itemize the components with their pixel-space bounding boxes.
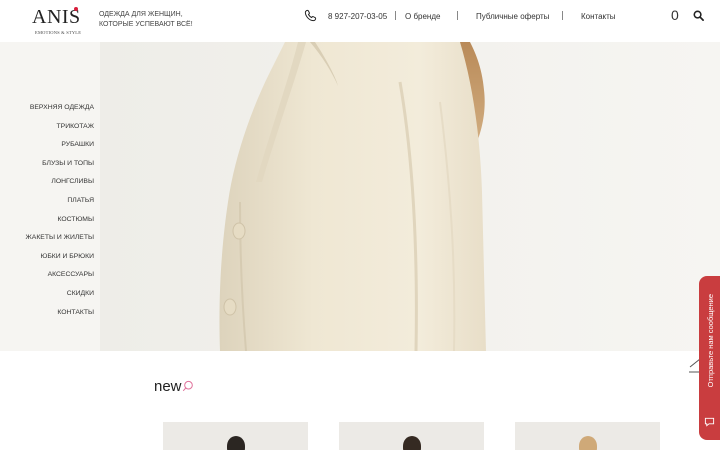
- slogan-line-1: ОДЕЖДА ДЛЯ ЖЕНЩИН,: [99, 11, 183, 18]
- category-menu: ВЕРХНЯЯ ОДЕЖДА ТРИКОТАЖ РУБАШКИ БЛУЗЫ И …: [26, 103, 94, 326]
- nav-divider: [395, 11, 396, 20]
- logo[interactable]: ANIS EMOTIONS & STYLE: [32, 6, 86, 36]
- slogan: ОДЕЖДА ДЛЯ ЖЕНЩИН, КОТОРЫЕ УСПЕВАЮТ ВСЁ!: [99, 10, 209, 30]
- product-image: [226, 436, 245, 450]
- menu-item-shirts[interactable]: РУБАШКИ: [26, 140, 94, 159]
- menu-item-suits[interactable]: КОСТЮМЫ: [26, 215, 94, 234]
- nav-divider: [562, 11, 563, 20]
- menu-item-contacts[interactable]: КОНТАКТЫ: [26, 308, 94, 327]
- product-image: [578, 436, 597, 450]
- logo-dot: [74, 7, 78, 11]
- product-image: [402, 436, 421, 450]
- new-section-title: new: [154, 378, 182, 395]
- product-card[interactable]: [515, 422, 660, 450]
- nav-contacts[interactable]: Контакты: [581, 12, 616, 21]
- menu-item-knitwear[interactable]: ТРИКОТАЖ: [26, 122, 94, 141]
- phone-icon[interactable]: [304, 9, 317, 22]
- chat-icon: [704, 417, 715, 427]
- hero-image: [100, 42, 720, 351]
- menu-item-dresses[interactable]: ПЛАТЬЯ: [26, 196, 94, 215]
- menu-item-blouses-tops[interactable]: БЛУЗЫ И ТОПЫ: [26, 159, 94, 178]
- chat-widget-label: Отправьте нам сообщение: [706, 294, 715, 388]
- product-card[interactable]: [163, 422, 308, 450]
- product-card[interactable]: [339, 422, 484, 450]
- chat-widget-tab[interactable]: Отправьте нам сообщение: [699, 276, 720, 440]
- heart-search-icon: [182, 380, 193, 392]
- menu-item-accessories[interactable]: АКСЕССУАРЫ: [26, 270, 94, 289]
- site-header: ANIS EMOTIONS & STYLE ОДЕЖДА ДЛЯ ЖЕНЩИН,…: [0, 0, 720, 42]
- menu-item-skirts-trousers[interactable]: ЮБКИ И БРЮКИ: [26, 252, 94, 271]
- menu-item-longsleeves[interactable]: ЛОНГСЛИВЫ: [26, 177, 94, 196]
- menu-item-outerwear[interactable]: ВЕРХНЯЯ ОДЕЖДА: [26, 103, 94, 122]
- cart-count[interactable]: 0: [671, 7, 679, 23]
- slogan-line-2: КОТОРЫЕ УСПЕВАЮТ ВСЁ!: [99, 21, 193, 28]
- category-sidebar: ВЕРХНЯЯ ОДЕЖДА ТРИКОТАЖ РУБАШКИ БЛУЗЫ И …: [0, 42, 100, 351]
- menu-item-jackets-vests[interactable]: ЖАКЕТЫ И ЖИЛЕТЫ: [26, 233, 94, 252]
- logo-tagline: EMOTIONS & STYLE: [35, 30, 82, 35]
- phone-number[interactable]: 8 927-207-03-05: [328, 12, 387, 21]
- nav-divider: [457, 11, 458, 20]
- hero-banner[interactable]: [100, 42, 720, 351]
- menu-item-sale[interactable]: СКИДКИ: [26, 289, 94, 308]
- nav-public-offers[interactable]: Публичные оферты: [476, 12, 549, 21]
- nav-about-brand[interactable]: О бренде: [405, 12, 440, 21]
- search-icon[interactable]: [693, 10, 704, 21]
